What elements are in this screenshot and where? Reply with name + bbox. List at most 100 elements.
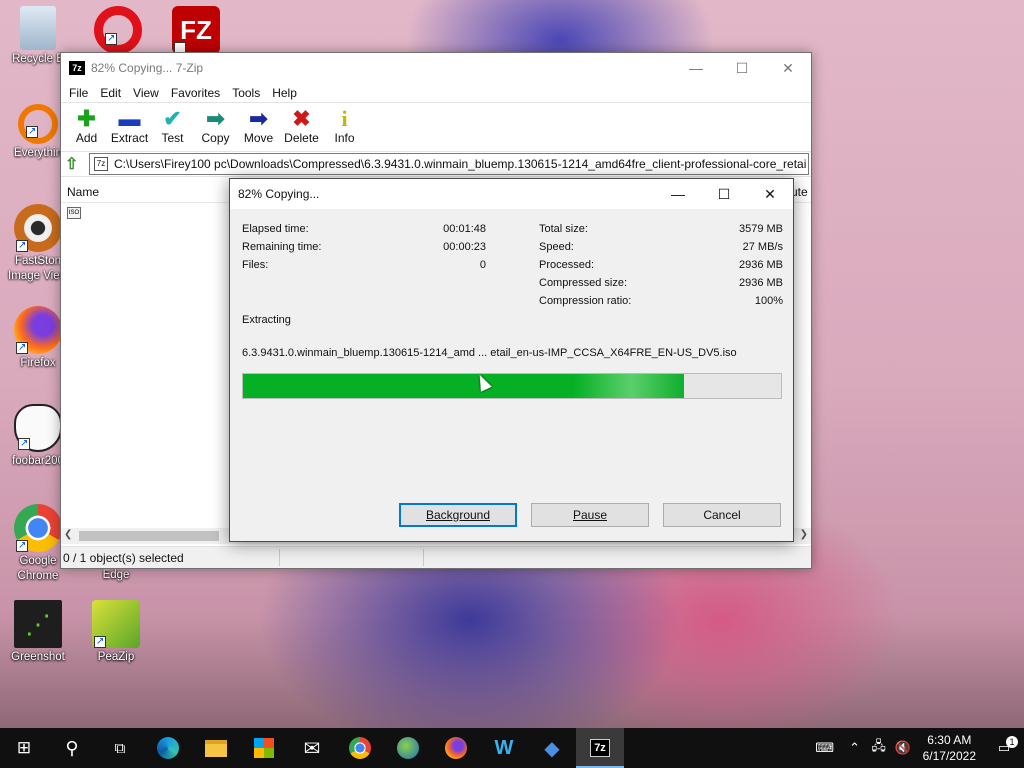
taskbar-edge[interactable] bbox=[144, 728, 192, 768]
archive-icon: 7z bbox=[94, 157, 108, 171]
faststone-icon bbox=[14, 204, 62, 253]
taskbar-mail[interactable]: ✉ bbox=[288, 728, 336, 768]
dialog-close-button[interactable]: ✕ bbox=[747, 179, 793, 209]
speed-label: Speed: bbox=[539, 241, 574, 253]
close-button[interactable]: ✕ bbox=[765, 53, 811, 83]
column-name[interactable]: Name bbox=[67, 185, 99, 199]
progress-bar bbox=[242, 373, 782, 399]
move-button[interactable]: ➡ Move bbox=[237, 107, 280, 146]
dialog-titlebar[interactable]: 82% Copying... — ☐ ✕ bbox=[230, 179, 793, 209]
filezilla-icon: FZ bbox=[172, 6, 220, 88]
extract-icon: ▬ bbox=[118, 106, 141, 131]
minimize-button[interactable]: — bbox=[673, 53, 719, 83]
store-icon bbox=[254, 738, 274, 758]
extract-label: Extract bbox=[110, 131, 149, 145]
taskbar-firefox[interactable] bbox=[432, 728, 480, 768]
desktop-icon-label: PeaZip bbox=[97, 651, 135, 663]
maximize-button[interactable]: ☐ bbox=[719, 53, 765, 83]
compression-ratio-value: 100% bbox=[754, 295, 783, 307]
chevron-up-icon[interactable]: ⌃ bbox=[843, 740, 867, 756]
desktop-icon-greenshot[interactable]: ⋰ Greenshot bbox=[2, 600, 74, 665]
speed-value: 27 MB/s bbox=[742, 241, 783, 253]
current-filename: 6.3.9431.0.winmain_bluemp.130615-1214_am… bbox=[242, 347, 737, 359]
taskbar-7zip[interactable]: 7z bbox=[576, 728, 624, 768]
menu-favorites[interactable]: Favorites bbox=[165, 86, 226, 100]
chevron-down-icon[interactable]: ⌵ bbox=[806, 156, 808, 172]
taskbar-winrar[interactable]: W bbox=[480, 728, 528, 768]
menu-file[interactable]: File bbox=[63, 86, 94, 100]
taskbar-file-explorer[interactable] bbox=[192, 728, 240, 768]
recycle-bin-icon bbox=[20, 6, 56, 50]
add-button[interactable]: ✚ Add bbox=[65, 107, 108, 146]
copy-button[interactable]: ➡ Copy bbox=[194, 107, 237, 146]
search-button[interactable]: ⚲ bbox=[48, 728, 96, 768]
edge-icon bbox=[157, 737, 179, 759]
background-button[interactable]: Background bbox=[399, 503, 517, 527]
network-app-icon bbox=[397, 737, 419, 759]
remaining-time-label: Remaining time: bbox=[242, 241, 322, 253]
test-icon: ✔ bbox=[163, 106, 182, 131]
menu-tools[interactable]: Tools bbox=[226, 86, 266, 100]
folder-up-icon[interactable]: ⇧ bbox=[65, 154, 89, 174]
main-window-title: 82% Copying... 7-Zip bbox=[91, 61, 204, 75]
task-view-icon: ⧉ bbox=[114, 739, 126, 757]
chrome-icon bbox=[14, 504, 62, 553]
firefox-icon bbox=[14, 306, 62, 355]
address-bar: ⇧ 7z C:\Users\Firey100 pc\Downloads\Comp… bbox=[61, 151, 811, 177]
menu-help[interactable]: Help bbox=[266, 86, 303, 100]
files-label: Files: bbox=[242, 259, 269, 271]
status-text: 0 / 1 object(s) selected bbox=[63, 551, 184, 565]
extract-button[interactable]: ▬ Extract bbox=[108, 106, 151, 146]
menu-edit[interactable]: Edit bbox=[94, 86, 127, 100]
keyboard-icon[interactable]: ⌨ bbox=[807, 740, 843, 756]
taskbar-store[interactable] bbox=[240, 728, 288, 768]
greenshot-icon: ⋰ bbox=[14, 600, 62, 648]
peazip-icon bbox=[92, 600, 140, 649]
info-button[interactable]: i Info bbox=[323, 106, 366, 146]
start-icon: ⊞ bbox=[16, 738, 32, 757]
delete-icon: ✖ bbox=[292, 106, 311, 131]
progress-dialog[interactable]: 82% Copying... — ☐ ✕ Elapsed time: 00:01… bbox=[229, 178, 794, 542]
task-view-button[interactable]: ⧉ bbox=[96, 728, 144, 768]
dialog-minimize-button[interactable]: — bbox=[655, 179, 701, 209]
scrollbar-thumb[interactable] bbox=[79, 531, 219, 541]
iso-file-icon[interactable]: ISO bbox=[67, 207, 81, 219]
compressed-size-label: Compressed size: bbox=[539, 277, 628, 289]
pause-button[interactable]: Pause bbox=[531, 503, 649, 527]
desktop-icon-filezilla[interactable]: FZ bbox=[160, 6, 232, 88]
compression-ratio-label: Compression ratio: bbox=[539, 295, 632, 307]
desktop-icon-peazip[interactable]: PeaZip bbox=[80, 600, 152, 665]
address-text: C:\Users\Firey100 pc\Downloads\Compresse… bbox=[114, 157, 807, 171]
desktop-icon-edge[interactable]: Edge bbox=[80, 568, 152, 583]
scroll-left-icon[interactable]: ❮ bbox=[64, 529, 72, 540]
menu-view[interactable]: View bbox=[127, 86, 165, 100]
cancel-button[interactable]: Cancel bbox=[663, 503, 781, 527]
7zip-app-icon: 7z bbox=[69, 61, 85, 75]
firefox-icon bbox=[445, 737, 467, 759]
taskbar-network-app[interactable] bbox=[384, 728, 432, 768]
clock-time: 6:30 AM bbox=[927, 733, 972, 747]
files-value: 0 bbox=[479, 259, 486, 271]
notifications-icon[interactable]: ▭ 1 bbox=[984, 736, 1024, 756]
scroll-right-icon[interactable]: ❯ bbox=[800, 529, 808, 540]
cancel-label: Cancel bbox=[703, 508, 741, 522]
delete-label: Delete bbox=[284, 131, 319, 145]
test-button[interactable]: ✔ Test bbox=[151, 106, 194, 146]
clock[interactable]: 6:30 AM 6/17/2022 bbox=[915, 732, 984, 764]
address-input[interactable]: 7z C:\Users\Firey100 pc\Downloads\Compre… bbox=[89, 153, 809, 175]
desktop-icon-label: Greenshot bbox=[11, 651, 65, 663]
status-separator bbox=[279, 549, 280, 566]
network-icon[interactable]: 🖧 bbox=[867, 737, 891, 759]
start-button[interactable]: ⊞ bbox=[0, 728, 48, 768]
volume-muted-icon[interactable]: 🔇 bbox=[891, 740, 915, 756]
delete-button[interactable]: ✖ Delete bbox=[280, 106, 323, 146]
move-label: Move bbox=[243, 131, 274, 145]
chrome-icon bbox=[349, 737, 371, 759]
info-icon: i bbox=[341, 106, 348, 131]
foobar-icon bbox=[14, 404, 62, 452]
dialog-maximize-button[interactable]: ☐ bbox=[701, 179, 747, 209]
taskbar-peazip[interactable]: ◆ bbox=[528, 728, 576, 768]
taskbar-chrome[interactable] bbox=[336, 728, 384, 768]
desktop-icon-opera[interactable] bbox=[82, 6, 154, 56]
main-titlebar[interactable]: 7z 82% Copying... 7-Zip — ☐ ✕ bbox=[61, 53, 811, 83]
